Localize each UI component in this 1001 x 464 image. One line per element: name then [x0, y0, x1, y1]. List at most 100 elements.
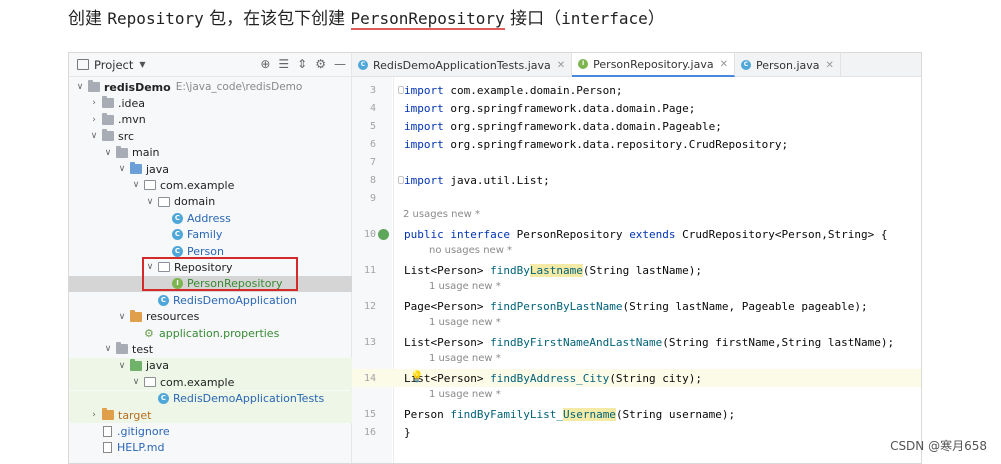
chevron-down-icon[interactable]: ∨: [103, 344, 113, 354]
tree-item-label: main: [132, 146, 160, 160]
tree-item-label: target: [118, 408, 152, 422]
code-line[interactable]: 14 List<Person> findByAddress_City(Strin…: [352, 369, 921, 387]
tree-item-application-properties[interactable]: ⚙ application.properties: [69, 325, 352, 341]
code-line[interactable]: 10 public interface PersonRepository exte…: [352, 225, 921, 243]
code-token: java.util.List;: [450, 173, 550, 187]
lightbulb-icon[interactable]: 💡: [410, 370, 424, 383]
chevron-down-icon[interactable]: ∨: [145, 197, 155, 207]
tree-item-domain[interactable]: ∨ domain: [69, 194, 352, 210]
folder-icon: [102, 96, 114, 109]
ide-window: Project ▼ ⊕ ☰ ⇕ ⚙ — ∨ redisDemo E:\java_code\r…: [68, 52, 922, 464]
tree-item-redisdemoapplicationtests[interactable]: C RedisDemoApplicationTests: [69, 390, 352, 407]
code-line[interactable]: 12 Page<Person> findPersonByLastName(Str…: [352, 297, 921, 315]
code-token: List<Person>: [404, 335, 491, 349]
chevron-down-icon[interactable]: ∨: [117, 361, 127, 371]
code-token: (String city);: [609, 371, 703, 385]
chevron-down-icon[interactable]: ▼: [139, 60, 145, 69]
code-token: org.springframework.data.domain.Pageable…: [450, 119, 722, 133]
close-icon[interactable]: ✕: [720, 59, 728, 70]
tree-item-address[interactable]: C Address: [69, 210, 352, 226]
tree-item-com-example[interactable]: ∨ com.example: [69, 374, 352, 391]
tree-item-label: .idea: [118, 96, 146, 110]
code-vision-hint[interactable]: 1 usage new *: [429, 281, 501, 292]
code-line[interactable]: 13 List<Person> findByFirstNameAndLastNa…: [352, 333, 921, 351]
code-token: findByFirstNameAndLastName: [490, 335, 663, 349]
code-token: Lastname: [529, 263, 583, 277]
project-panel-title[interactable]: Project: [94, 58, 133, 72]
implementations-gutter-icon[interactable]: [378, 229, 389, 240]
tree-item-main[interactable]: ∨ main: [69, 145, 352, 161]
code-vision-hint[interactable]: 1 usage new *: [429, 353, 501, 364]
code-token: Person: [404, 407, 451, 421]
gear-icon[interactable]: ⚙: [315, 57, 326, 71]
tree-item-test[interactable]: ∨ test: [69, 341, 352, 357]
file-icon: [103, 442, 112, 454]
tab-redisdemoapplicationtests-java[interactable]: C RedisDemoApplicationTests.java ✕: [352, 53, 573, 77]
code-line[interactable]: 3 import com.example.domain.Person;: [352, 81, 921, 99]
tree-item-mvn[interactable]: › .mvn: [69, 112, 352, 128]
code-line[interactable]: 6 import org.springframework.data.reposit…: [352, 135, 921, 153]
tree-item-idea[interactable]: › .idea: [69, 95, 352, 111]
tree-item-java[interactable]: ∨ java: [69, 161, 352, 177]
code-line[interactable]: 9: [352, 189, 921, 207]
close-icon[interactable]: ✕: [557, 60, 565, 71]
code-text: Person findByFamilyList_Username(String …: [404, 407, 736, 421]
tab-person-java[interactable]: C Person.java ✕: [735, 53, 841, 77]
tree-item-com-example[interactable]: ∨ com.example: [69, 177, 352, 193]
tree-item-label: application.properties: [159, 326, 280, 340]
fold-icon[interactable]: [398, 86, 404, 94]
tab-personrepository-java[interactable]: I PersonRepository.java ✕: [572, 53, 735, 77]
close-icon[interactable]: ✕: [826, 60, 834, 71]
file-icon: [103, 425, 112, 437]
class-icon: C: [158, 294, 169, 306]
code-vision-hint[interactable]: no usages new *: [429, 245, 512, 256]
tree-item-resources[interactable]: ∨ resources: [69, 309, 352, 325]
chevron-right-icon[interactable]: ›: [89, 115, 99, 125]
chevron-right-icon[interactable]: ›: [89, 410, 99, 420]
code-line[interactable]: 7: [352, 153, 921, 171]
fold-icon[interactable]: [398, 176, 404, 184]
tree-item-help-md[interactable]: HELP.md: [69, 440, 352, 456]
expand-icon[interactable]: ⇕: [297, 57, 307, 71]
folder-icon: [116, 145, 128, 158]
line-number: 13: [363, 336, 376, 348]
class-icon: C: [172, 229, 183, 241]
chevron-down-icon[interactable]: ∨: [117, 164, 127, 174]
code-line[interactable]: 5 import org.springframework.data.domain.…: [352, 117, 921, 135]
tree-item-java[interactable]: ∨ java: [69, 357, 352, 374]
code-editor[interactable]: 3 import com.example.domain.Person; 4 impor…: [352, 77, 921, 463]
code-token: (String firstName,String lastName);: [662, 335, 895, 349]
code-line[interactable]: 15 Person findByFamilyList_Username(Stri…: [352, 405, 921, 423]
code-token: (String username);: [615, 407, 736, 421]
code-vision-hint[interactable]: 1 usage new *: [429, 389, 501, 400]
editor-tabs: C RedisDemoApplicationTests.java ✕ I PersonR…: [352, 53, 921, 77]
tree-item-redisdemo[interactable]: ∨ redisDemo E:\java_code\redisDemo: [69, 79, 352, 95]
tree-item-gitignore[interactable]: .gitignore: [69, 423, 352, 439]
code-line[interactable]: 8 import java.util.List;: [352, 171, 921, 189]
chevron-down-icon[interactable]: ∨: [103, 148, 113, 158]
heading-text: ）: [647, 9, 665, 29]
line-number: 11: [363, 264, 376, 276]
tree-item-family[interactable]: C Family: [69, 227, 352, 243]
locate-icon[interactable]: ⊕: [260, 57, 270, 71]
code-line[interactable]: 4 import org.springframework.data.domain.…: [352, 99, 921, 117]
tree-item-redisdemoapplication[interactable]: C RedisDemoApplication: [69, 292, 352, 308]
chevron-down-icon[interactable]: ∨: [89, 131, 99, 141]
tree-item-target[interactable]: › target: [69, 407, 352, 423]
collapse-all-icon[interactable]: ☰: [278, 57, 289, 71]
code-vision-hint[interactable]: 2 usages new *: [403, 209, 480, 220]
project-panel: Project ▼ ⊕ ☰ ⇕ ⚙ — ∨ redisDemo E:\java_code\r…: [69, 53, 352, 463]
chevron-down-icon[interactable]: ∨: [75, 82, 85, 92]
code-vision-hint[interactable]: 1 usage new *: [429, 317, 501, 328]
chevron-down-icon[interactable]: ∨: [131, 180, 141, 190]
chevron-down-icon[interactable]: ∨: [131, 377, 141, 387]
code-line[interactable]: 16}: [352, 423, 921, 441]
tree-item-src[interactable]: ∨ src: [69, 128, 352, 144]
chevron-down-icon[interactable]: ∨: [117, 312, 127, 322]
folder-icon: [102, 129, 114, 142]
tree-item-label: .gitignore: [117, 424, 170, 438]
chevron-right-icon[interactable]: ›: [89, 98, 99, 108]
minimize-icon[interactable]: —: [334, 57, 346, 71]
code-line[interactable]: 11 List<Person> findByLastname(String la…: [352, 261, 921, 279]
code-token: org.springframework.data.repository.Crud…: [450, 137, 789, 151]
